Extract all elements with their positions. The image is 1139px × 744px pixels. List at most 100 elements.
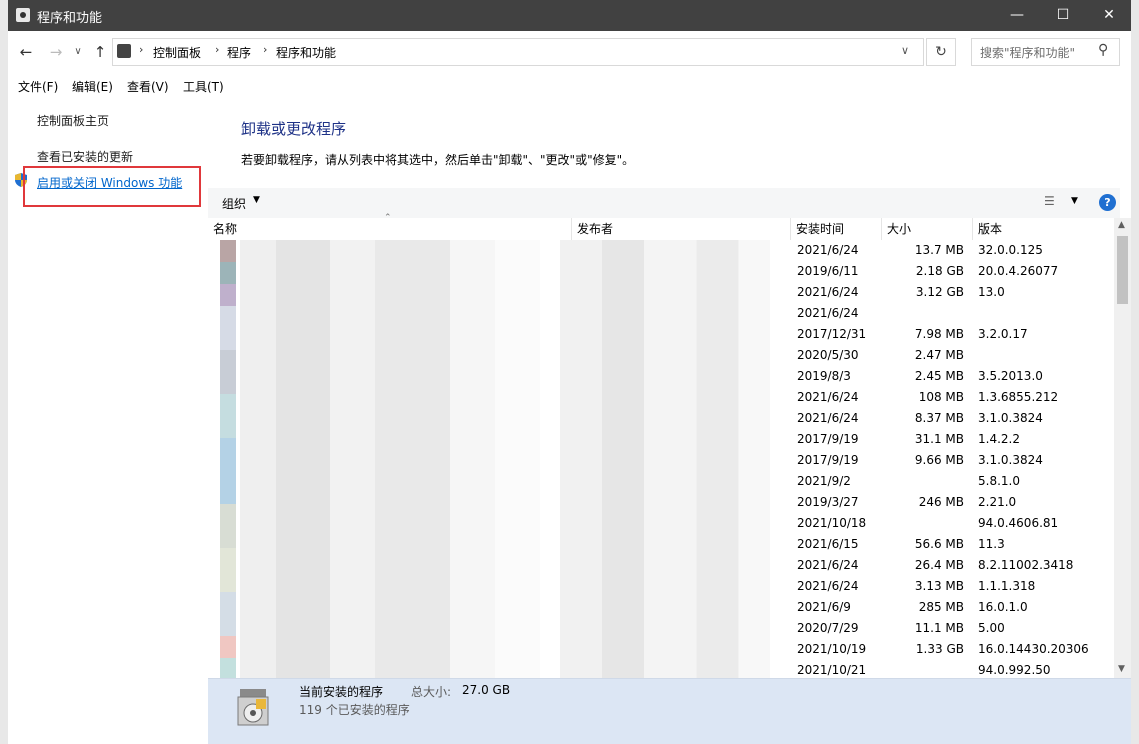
program-list: 2021/6/24 13.7 MB 32.0.0.125 2019/6/11 2…: [208, 240, 1114, 678]
menu-bar: 文件(F) 编辑(E) 查看(V) 工具(T): [8, 73, 1131, 99]
view-dropdown-icon[interactable]: ▼: [1071, 196, 1078, 206]
address-history-dropdown-icon[interactable]: ∨: [901, 44, 909, 57]
table-row[interactable]: 2021/6/24 3.13 MB 1.1.1.318: [208, 576, 1114, 597]
install-date: 2021/6/24: [797, 390, 859, 404]
organize-dropdown-icon[interactable]: ▼: [253, 195, 260, 205]
table-row[interactable]: 2017/12/31 7.98 MB 3.2.0.17: [208, 324, 1114, 345]
table-row[interactable]: 2021/6/24 13.7 MB 32.0.0.125: [208, 240, 1114, 261]
program-version: 3.2.0.17: [978, 327, 1028, 341]
column-size[interactable]: 大小: [882, 218, 973, 240]
install-date: 2021/6/24: [797, 411, 859, 425]
program-size: 9.66 MB: [914, 453, 964, 467]
program-size: 31.1 MB: [914, 432, 964, 446]
program-version: 11.3: [978, 537, 1005, 551]
install-date: 2021/6/24: [797, 243, 859, 257]
column-name-label: 名称: [213, 222, 238, 236]
menu-file[interactable]: 文件(F): [18, 78, 58, 95]
column-install-date[interactable]: 安装时间: [791, 218, 882, 240]
maximize-button[interactable]: ☐: [1040, 0, 1086, 31]
program-size: 8.37 MB: [914, 411, 964, 425]
address-box[interactable]: › 控制面板 › 程序 › 程序和功能 ∨: [112, 38, 924, 66]
program-size: 108 MB: [918, 390, 964, 404]
table-row[interactable]: 2021/6/24: [208, 303, 1114, 324]
program-size: 246 MB: [918, 495, 964, 509]
program-version: 32.0.0.125: [978, 243, 1043, 257]
program-size: 7.98 MB: [914, 327, 964, 341]
breadcrumb-control-panel[interactable]: 控制面板: [153, 44, 201, 61]
view-options-icon[interactable]: ☰: [1044, 194, 1055, 208]
program-size: 1.33 GB: [915, 642, 964, 656]
table-row[interactable]: 2021/10/18 94.0.4606.81: [208, 513, 1114, 534]
program-version: 2.21.0: [978, 495, 1017, 509]
table-row[interactable]: 2021/9/2 5.8.1.0: [208, 471, 1114, 492]
table-row[interactable]: 2021/10/19 1.33 GB 16.0.14430.20306: [208, 639, 1114, 660]
organize-button[interactable]: 组织: [222, 195, 246, 212]
menu-tools[interactable]: 工具(T): [183, 78, 224, 95]
sidebar-control-panel-home[interactable]: 控制面板主页: [37, 112, 109, 129]
program-version: 94.0.4606.81: [978, 516, 1059, 530]
search-box[interactable]: 搜索"程序和功能" ⚲: [971, 38, 1120, 66]
table-row[interactable]: 2021/10/21 94.0.992.50: [208, 660, 1114, 678]
column-install-date-label: 安装时间: [796, 222, 845, 236]
instructions: 若要卸载程序，请从列表中将其选中，然后单击"卸载"、"更改"或"修复"。: [241, 153, 635, 167]
table-row[interactable]: 2021/6/24 3.12 GB 13.0: [208, 282, 1114, 303]
details-pane: 当前安装的程序 总大小: 27.0 GB 119 个已安装的程序: [208, 678, 1131, 744]
forward-arrow-icon[interactable]: →: [46, 42, 66, 62]
sidebar-installed-updates[interactable]: 查看已安装的更新: [37, 148, 133, 165]
program-size: 3.12 GB: [915, 285, 964, 299]
title-bar: 程序和功能 — ☐ ✕: [8, 0, 1131, 31]
chevron-right-icon[interactable]: ›: [263, 43, 267, 56]
refresh-icon[interactable]: ↻: [926, 38, 956, 66]
column-publisher[interactable]: 发布者: [572, 218, 791, 240]
chevron-right-icon[interactable]: ›: [215, 43, 219, 56]
scroll-up-icon[interactable]: ▲: [1118, 220, 1125, 230]
menu-view[interactable]: 查看(V): [127, 78, 169, 95]
scroll-thumb[interactable]: [1117, 236, 1128, 304]
table-row[interactable]: 2020/7/29 11.1 MB 5.00: [208, 618, 1114, 639]
program-version: 1.3.6855.212: [978, 390, 1059, 404]
column-publisher-label: 发布者: [577, 222, 614, 236]
install-date: 2021/10/21: [797, 663, 867, 677]
recent-dropdown-icon[interactable]: ∨: [68, 42, 88, 62]
table-row[interactable]: 2021/6/15 56.6 MB 11.3: [208, 534, 1114, 555]
breadcrumb-programs[interactable]: 程序: [227, 44, 251, 61]
table-row[interactable]: 2019/8/3 2.45 MB 3.5.2013.0: [208, 366, 1114, 387]
program-size: 3.13 MB: [914, 579, 964, 593]
breadcrumb-programs-features[interactable]: 程序和功能: [276, 44, 336, 61]
install-date: 2019/3/27: [797, 495, 859, 509]
table-row[interactable]: 2021/6/24 26.4 MB 8.2.11002.3418: [208, 555, 1114, 576]
program-version: 1.1.1.318: [978, 579, 1036, 593]
program-size: 13.7 MB: [914, 243, 964, 257]
chevron-right-icon[interactable]: ›: [139, 43, 143, 56]
table-row[interactable]: 2017/9/19 31.1 MB 1.4.2.2: [208, 429, 1114, 450]
table-row[interactable]: 2017/9/19 9.66 MB 3.1.0.3824: [208, 450, 1114, 471]
column-name[interactable]: 名称: [208, 218, 572, 240]
programs-window: 程序和功能 — ☐ ✕ ← → ∨ ↑ › 控制面板 › 程序 › 程序和功能 …: [8, 0, 1131, 744]
table-row[interactable]: 2021/6/24 108 MB 1.3.6855.212: [208, 387, 1114, 408]
help-icon[interactable]: ?: [1099, 194, 1116, 211]
up-arrow-icon[interactable]: ↑: [90, 42, 110, 62]
menu-edit[interactable]: 编辑(E): [72, 78, 113, 95]
program-size: 2.47 MB: [914, 348, 964, 362]
install-date: 2021/6/24: [797, 558, 859, 572]
address-bar: ← → ∨ ↑ › 控制面板 › 程序 › 程序和功能 ∨ ↻ 搜索"程序和功能…: [8, 31, 1131, 73]
column-version[interactable]: 版本: [973, 218, 1114, 240]
minimize-button[interactable]: —: [994, 0, 1040, 31]
installed-count: 119 个已安装的程序: [299, 703, 410, 717]
vertical-scrollbar[interactable]: ▲ ▼: [1114, 218, 1131, 678]
table-row[interactable]: 2019/6/11 2.18 GB 20.0.4.26077: [208, 261, 1114, 282]
control-panel-icon: [16, 8, 30, 22]
program-version: 94.0.992.50: [978, 663, 1051, 677]
table-row[interactable]: 2020/5/30 2.47 MB: [208, 345, 1114, 366]
table-row[interactable]: 2021/6/9 285 MB 16.0.1.0: [208, 597, 1114, 618]
install-date: 2017/12/31: [797, 327, 867, 341]
search-icon[interactable]: ⚲: [1098, 42, 1108, 58]
close-button[interactable]: ✕: [1086, 0, 1131, 31]
program-size: 285 MB: [918, 600, 964, 614]
program-size: 26.4 MB: [914, 558, 964, 572]
table-row[interactable]: 2021/6/24 8.37 MB 3.1.0.3824: [208, 408, 1114, 429]
search-placeholder: 搜索"程序和功能": [980, 46, 1076, 60]
back-arrow-icon[interactable]: ←: [16, 42, 36, 62]
table-row[interactable]: 2019/3/27 246 MB 2.21.0: [208, 492, 1114, 513]
scroll-down-icon[interactable]: ▼: [1118, 664, 1125, 674]
